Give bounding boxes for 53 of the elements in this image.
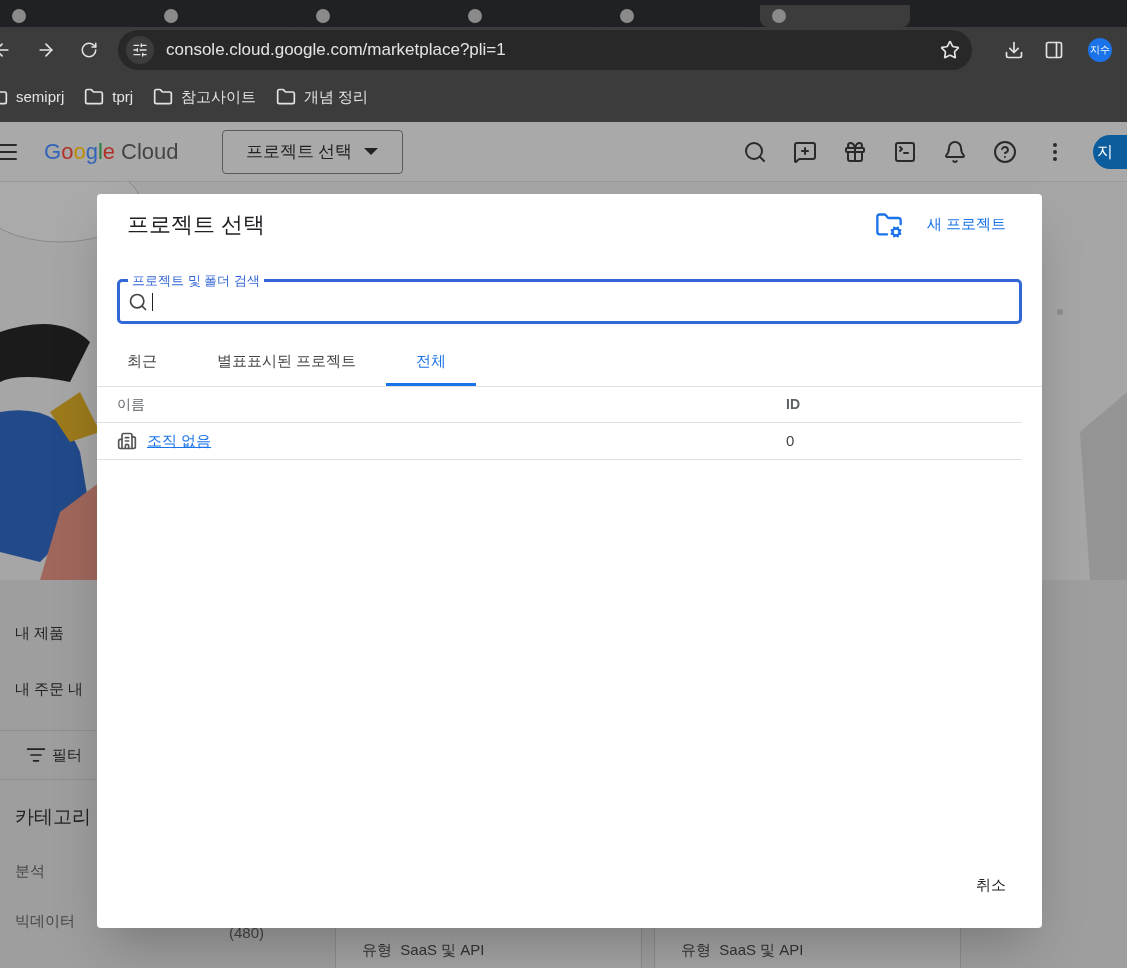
dialog-tab[interactable]: 별표표시된 프로젝트 xyxy=(187,340,387,386)
search-icon xyxy=(128,291,148,312)
site-settings-icon[interactable] xyxy=(126,35,154,64)
filter-icon xyxy=(26,745,46,765)
filter-button[interactable]: 필터 xyxy=(26,743,82,767)
bookmark-folder[interactable]: 참고사이트 xyxy=(153,85,257,109)
category-item[interactable]: 분석 xyxy=(15,859,45,882)
help-icon[interactable] xyxy=(993,139,1017,164)
folder-icon xyxy=(153,87,174,107)
column-header: 이름 xyxy=(116,395,146,414)
profile-avatar[interactable]: 지수 xyxy=(1088,37,1112,62)
cancel-button[interactable]: 취소 xyxy=(976,873,1006,896)
tab-favicon-icon xyxy=(12,9,26,23)
table-cell-text: 0 xyxy=(786,430,795,451)
bookmark-folder[interactable]: semiprj xyxy=(0,85,65,109)
browser-tab[interactable] xyxy=(760,5,910,27)
folder-gear-icon[interactable] xyxy=(874,210,903,239)
column-header: ID xyxy=(786,395,800,414)
tab-favicon-icon xyxy=(620,9,634,23)
project-picker-button[interactable]: 프로젝트 선택 xyxy=(221,129,403,174)
address-field[interactable]: console.cloud.google.com/marketplace?pli=1 xyxy=(118,29,972,70)
notifications-icon[interactable] xyxy=(943,139,967,164)
side-panel-icon[interactable] xyxy=(1044,39,1064,60)
organization-link[interactable]: 조직 없음 xyxy=(147,429,212,453)
card-type-text: 유형 SaaS 및 API xyxy=(362,941,485,958)
search-icon[interactable] xyxy=(743,139,767,164)
tab-favicon-icon xyxy=(772,9,786,23)
dialog-tab[interactable]: 최근 xyxy=(97,340,187,386)
folder-icon xyxy=(276,87,297,107)
reload-icon[interactable] xyxy=(80,40,98,59)
building-icon xyxy=(117,431,137,451)
category-heading: 카테고리 xyxy=(15,805,92,829)
account-avatar[interactable]: 지 xyxy=(1093,134,1127,169)
tab-favicon-icon xyxy=(164,9,178,23)
bookmark-star-icon[interactable] xyxy=(940,39,960,60)
google-cloud-logo[interactable]: Google Cloud xyxy=(44,135,179,168)
tab-favicon-icon xyxy=(468,9,482,23)
terminal-icon[interactable] xyxy=(893,139,917,164)
url-text: console.cloud.google.com/marketplace?pli=1 xyxy=(166,38,507,61)
download-icon[interactable] xyxy=(1004,39,1024,60)
dropdown-caret-icon xyxy=(364,148,379,155)
category-item[interactable]: 빅데이터 xyxy=(15,910,75,933)
tab-favicon-icon xyxy=(316,9,330,23)
dialog-title: 프로젝트 선택 xyxy=(127,211,266,239)
bookmark-folder[interactable]: tprj xyxy=(84,85,134,109)
dialog-tab[interactable]: 전체 xyxy=(386,340,477,386)
new-project-link[interactable]: 새 프로젝트 xyxy=(926,213,1006,236)
category-count: (480) xyxy=(228,923,264,943)
gift-icon[interactable] xyxy=(843,139,867,164)
feedback-icon[interactable] xyxy=(793,139,817,164)
card-type-text: 유형 SaaS 및 API xyxy=(681,941,804,958)
folder-icon xyxy=(84,87,105,107)
bookmark-folder[interactable]: 개념 정리 xyxy=(276,85,369,109)
